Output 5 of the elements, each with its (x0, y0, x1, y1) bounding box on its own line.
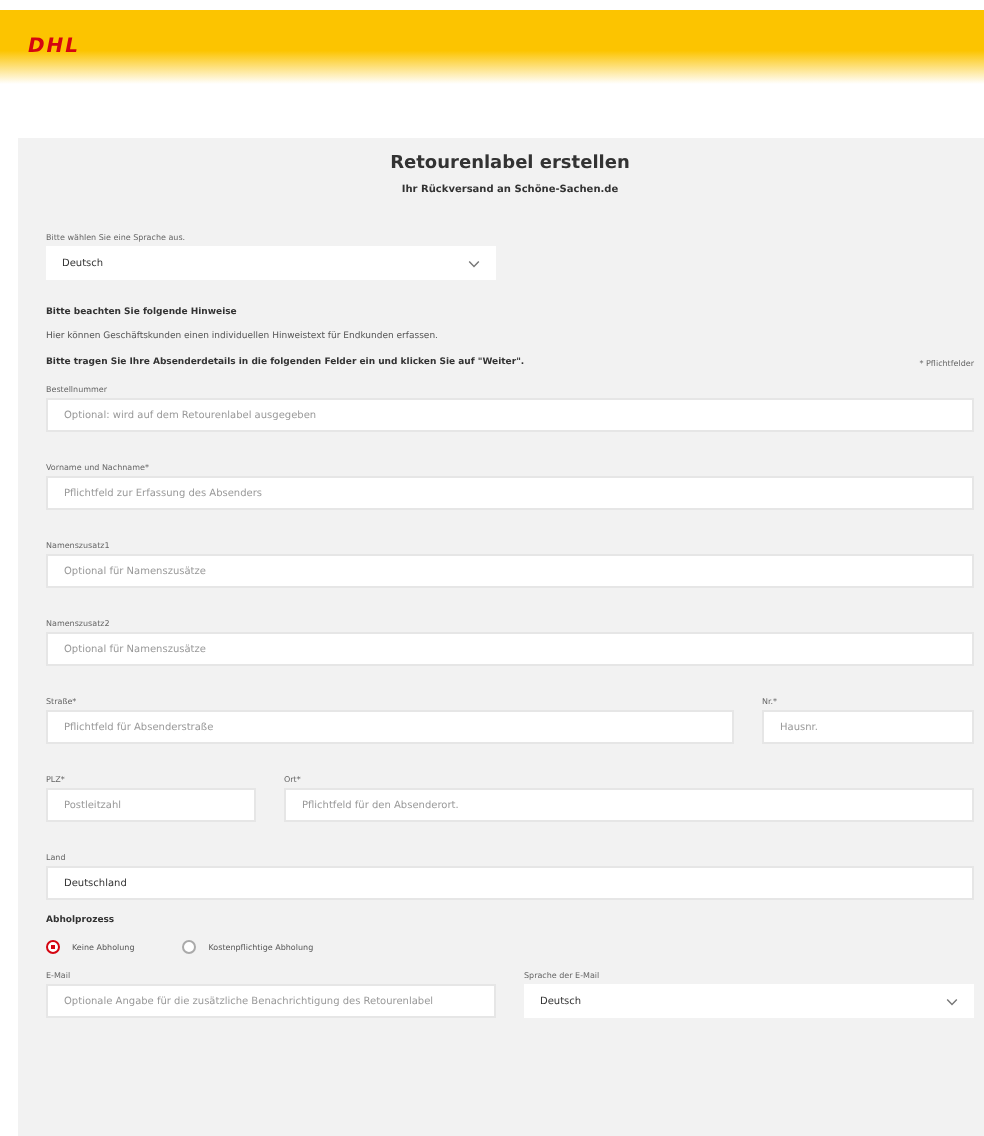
chevron-down-icon (946, 997, 958, 1005)
page-title: Retourenlabel erstellen (388, 154, 632, 174)
radio-button[interactable] (46, 940, 60, 954)
radio-button[interactable] (182, 940, 197, 954)
chevron-down-icon (468, 259, 480, 267)
